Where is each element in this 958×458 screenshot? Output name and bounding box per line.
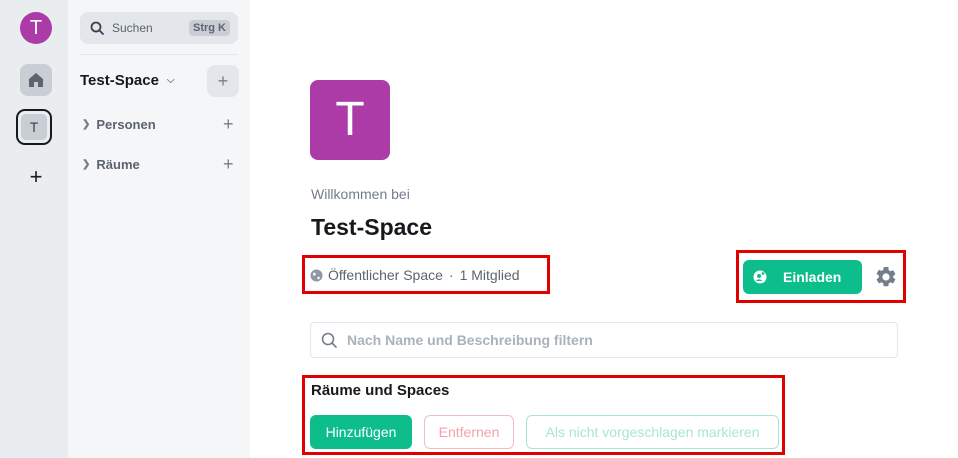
section-label: Personen <box>96 117 156 132</box>
plus-icon: + <box>217 71 229 91</box>
user-avatar[interactable]: T <box>20 12 52 44</box>
chevron-right-icon: ❯ <box>82 119 91 130</box>
invite-button[interactable]: Einladen <box>743 260 862 294</box>
filter-field[interactable] <box>310 322 898 358</box>
mark-not-suggested-button[interactable]: Als nicht vorgeschlagen markieren <box>526 415 779 449</box>
create-space-button[interactable]: + <box>24 165 48 189</box>
space-info: Öffentlicher Space · 1 Mitglied <box>310 267 520 283</box>
search-label: Suchen <box>112 21 153 35</box>
room-list-panel: Suchen Strg K Test-Space ⌵ + ❯ Personen … <box>68 0 250 458</box>
chevron-right-icon: ❯ <box>82 159 91 170</box>
section-rooms[interactable]: ❯ Räume <box>82 157 140 172</box>
chevron-down-icon: ⌵ <box>166 75 175 86</box>
remove-button[interactable]: Entfernen <box>424 415 514 449</box>
separator: · <box>448 267 454 283</box>
search-icon <box>90 21 104 35</box>
search-button[interactable]: Suchen Strg K <box>80 12 238 44</box>
space-rail: T T + <box>0 0 68 458</box>
plus-icon: + <box>29 164 43 189</box>
welcome-text: Willkommen bei <box>311 186 410 202</box>
section-people[interactable]: ❯ Personen <box>82 117 156 132</box>
page-title: Test-Space <box>311 214 433 240</box>
keyboard-shortcut: Strg K <box>189 20 230 36</box>
rooms-heading: Räume und Spaces <box>311 382 450 399</box>
space-item-test-space[interactable]: T <box>16 109 52 145</box>
add-person-button[interactable]: + <box>223 115 234 133</box>
search-icon <box>321 332 337 348</box>
space-avatar: T <box>21 114 47 140</box>
divider <box>80 54 238 55</box>
space-name: Test-Space <box>80 72 159 89</box>
add-room-button[interactable]: + <box>207 65 239 97</box>
home-icon <box>29 73 43 87</box>
visibility-label: Öffentlicher Space <box>328 267 443 283</box>
space-settings-button[interactable] <box>874 265 898 289</box>
section-label: Räume <box>96 157 140 172</box>
space-avatar-large: T <box>310 80 390 160</box>
plus-icon: + <box>223 114 234 134</box>
invite-icon <box>753 270 767 284</box>
add-button[interactable]: Hinzufügen <box>310 415 412 449</box>
member-count[interactable]: 1 Mitglied <box>460 267 520 283</box>
gear-icon <box>876 266 896 287</box>
filter-input[interactable] <box>345 331 869 349</box>
add-room-section-button[interactable]: + <box>223 155 234 173</box>
space-context-menu-button[interactable]: Test-Space ⌵ <box>80 72 175 89</box>
plus-icon: + <box>223 154 234 174</box>
invite-label: Einladen <box>783 269 842 285</box>
home-button[interactable] <box>20 64 52 96</box>
globe-icon <box>310 269 323 281</box>
